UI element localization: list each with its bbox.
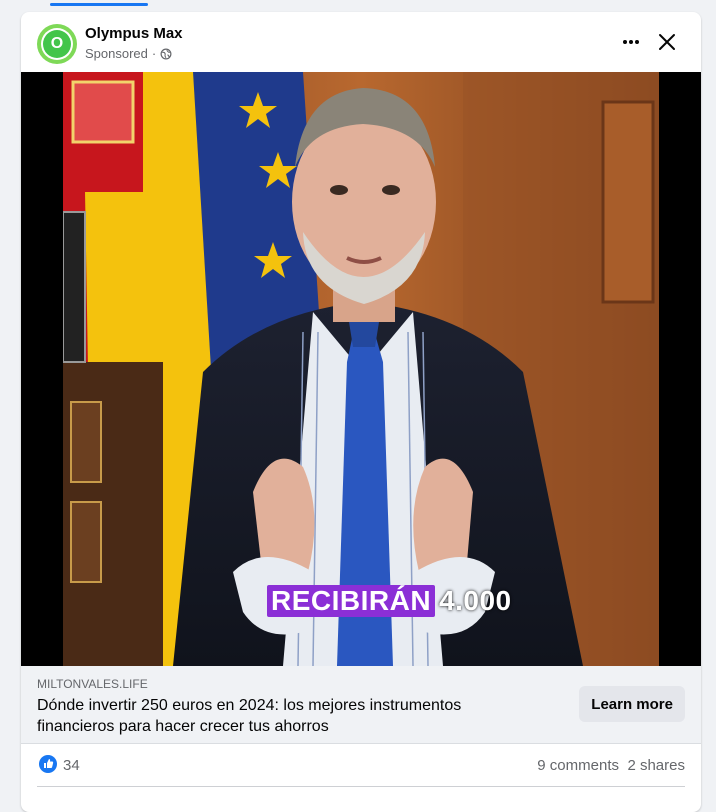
learn-more-button[interactable]: Learn more <box>579 686 685 722</box>
link-domain: MILTONVALES.LIFE <box>37 677 148 691</box>
caption-highlight: RECIBIRÁN <box>267 585 436 617</box>
comments-count[interactable]: 9 comments <box>537 757 619 774</box>
link-preview[interactable]: MILTONVALES.LIFE Dónde invertir 250 euro… <box>21 666 701 744</box>
top-tab-bar <box>0 0 716 8</box>
video-caption: RECIBIRÁN 4.000 <box>267 584 512 618</box>
video-player[interactable]: RECIBIRÁN 4.000 <box>21 72 701 666</box>
reactions-count[interactable]: 34 <box>63 757 80 774</box>
divider <box>37 786 685 787</box>
caption-text: 4.000 <box>439 585 512 616</box>
sponsored-label[interactable]: Sponsored <box>85 46 148 61</box>
avatar-letter: O <box>43 30 71 58</box>
engagement-bar: 34 9 comments 2 shares <box>21 744 701 786</box>
globe-icon[interactable] <box>160 48 172 60</box>
shares-count[interactable]: 2 shares <box>627 757 685 774</box>
video-scene-image <box>63 72 659 666</box>
like-reaction-icon[interactable] <box>39 755 57 773</box>
page-name-link[interactable]: Olympus Max <box>85 25 183 42</box>
link-headline[interactable]: Dónde invertir 250 euros en 2024: los me… <box>37 695 537 737</box>
post-header: O Olympus Max Sponsored · <box>21 12 701 72</box>
more-options-icon[interactable] <box>617 30 645 54</box>
page-avatar[interactable]: O <box>37 24 77 64</box>
sponsored-post-card: O Olympus Max Sponsored · RECIBIRÁN 4.00… <box>21 12 701 812</box>
post-meta: Sponsored · <box>85 46 172 61</box>
active-tab-indicator <box>50 3 148 6</box>
close-icon[interactable] <box>653 28 681 56</box>
meta-separator: · <box>151 46 157 61</box>
video-frame: RECIBIRÁN 4.000 <box>63 72 659 666</box>
